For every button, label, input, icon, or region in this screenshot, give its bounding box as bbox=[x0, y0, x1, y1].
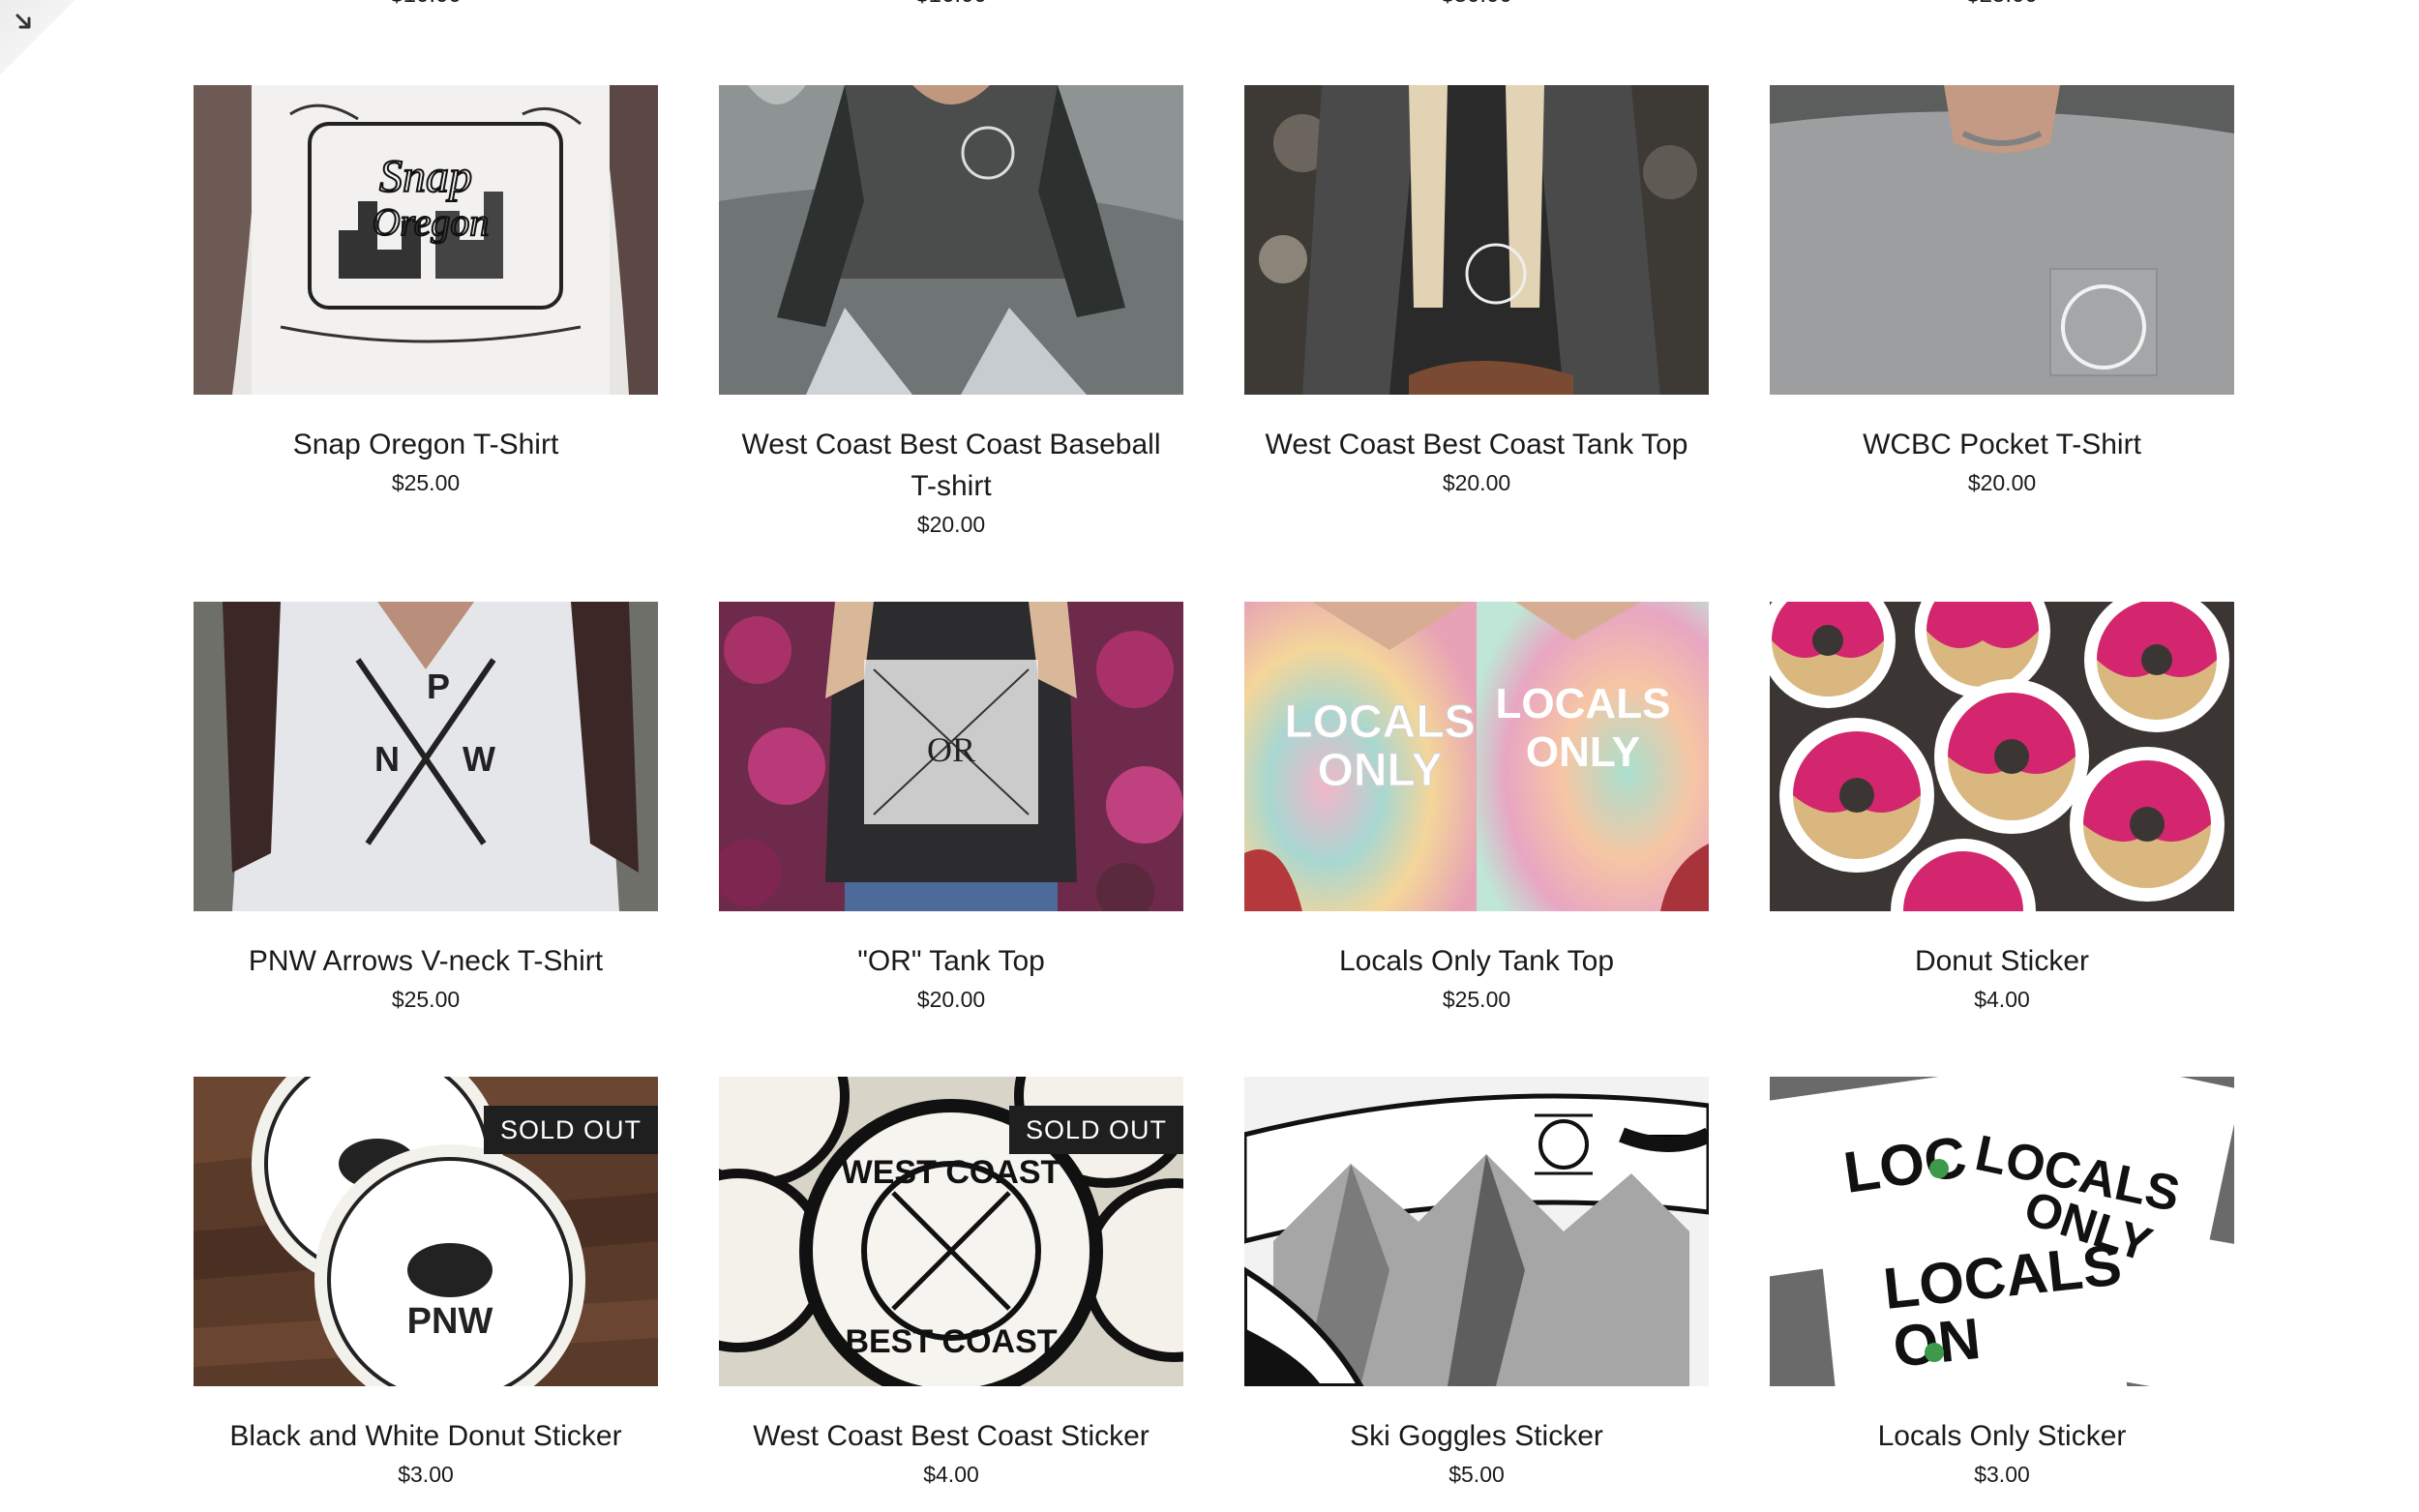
product-price: $25.00 bbox=[1442, 987, 1511, 1012]
product-price: $3.00 bbox=[398, 1462, 454, 1487]
product-price: $20.00 bbox=[916, 987, 986, 1012]
product-card-donut-sticker[interactable]: Donut Sticker $4.00 bbox=[1770, 602, 2234, 1015]
arrow-down-right-icon[interactable] bbox=[14, 12, 35, 33]
product-card-ski-goggles-sticker[interactable]: Ski Goggles Sticker $5.00 bbox=[1244, 1077, 1709, 1490]
product-card-pnw-arrows-vneck[interactable]: P N W PNW Arrows V-neck T-Shirt $25.00 bbox=[194, 602, 658, 1015]
product-card-wcbc-pocket-tshirt[interactable]: WCBC Pocket T-Shirt $20.00 bbox=[1770, 85, 2234, 498]
product-image[interactable] bbox=[1244, 1077, 1709, 1386]
svg-text:W: W bbox=[463, 739, 495, 779]
product-price: $4.00 bbox=[923, 1462, 979, 1487]
product-image[interactable] bbox=[719, 85, 1183, 395]
product-price: $4.00 bbox=[1974, 987, 2030, 1012]
product-title[interactable]: West Coast Best Coast Sticker bbox=[719, 1415, 1183, 1457]
product-price: $25.00 bbox=[391, 470, 461, 495]
product-title[interactable]: WCBC Pocket T-Shirt bbox=[1770, 424, 2234, 465]
product-title[interactable]: Locals Only Tank Top bbox=[1244, 940, 1709, 982]
svg-text:P: P bbox=[427, 667, 450, 706]
shop-product-grid-page: $10.00 $16.00 $30.00 $25.00 Snap Oregon … bbox=[0, 0, 2419, 1512]
product-image[interactable]: P N W bbox=[194, 602, 658, 911]
product-price: $16.00 bbox=[719, 0, 1183, 12]
product-title[interactable]: West Coast Best Coast Baseball T-shirt bbox=[719, 424, 1183, 507]
svg-text:BEST COAST: BEST COAST bbox=[845, 1323, 1057, 1360]
product-card-snap-oregon-tshirt[interactable]: Snap Oregon Snap Oregon T-Shirt $25.00 bbox=[194, 85, 658, 498]
product-title[interactable]: Snap Oregon T-Shirt bbox=[194, 424, 658, 465]
product-price: $30.00 bbox=[1244, 0, 1709, 12]
previous-row-prices: $10.00 $16.00 $30.00 $25.00 bbox=[0, 0, 2419, 17]
product-card-locals-only-sticker[interactable]: LOC LOCALS ONLY LOCALS ON Locals Only St… bbox=[1770, 1077, 2234, 1490]
product-price: $20.00 bbox=[916, 512, 986, 537]
product-card-or-tank-top[interactable]: OR "OR" Tank Top $20.00 bbox=[719, 602, 1183, 1015]
svg-text:ONLY: ONLY bbox=[1318, 745, 1443, 796]
product-title[interactable]: West Coast Best Coast Tank Top bbox=[1244, 424, 1709, 465]
product-card-bw-donut-sticker[interactable]: PNW SOLD OUT Black and White Donut Stick… bbox=[194, 1077, 658, 1490]
sold-out-badge: SOLD OUT bbox=[483, 1106, 658, 1154]
product-image[interactable] bbox=[1770, 85, 2234, 395]
product-price: $20.00 bbox=[1442, 470, 1511, 495]
product-price: $10.00 bbox=[194, 0, 658, 12]
product-image[interactable] bbox=[1770, 602, 2234, 911]
product-card-locals-only-tank-top[interactable]: LOCALS ONLY LOCALS ONLY Locals Only Tank… bbox=[1244, 602, 1709, 1015]
svg-text:ON: ON bbox=[1890, 1306, 1984, 1379]
svg-text:LOCALS: LOCALS bbox=[1496, 680, 1671, 727]
product-card-wcbc-tank-top[interactable]: West Coast Best Coast Tank Top $20.00 bbox=[1244, 85, 1709, 498]
product-image[interactable]: LOC LOCALS ONLY LOCALS ON bbox=[1770, 1077, 2234, 1386]
svg-text:Snap: Snap bbox=[379, 151, 472, 202]
product-card-wcbc-sticker[interactable]: WEST COAST BEST COAST SOLD OUT West Coas… bbox=[719, 1077, 1183, 1490]
product-image[interactable] bbox=[1244, 85, 1709, 395]
product-title[interactable]: "OR" Tank Top bbox=[719, 940, 1183, 982]
product-price: $25.00 bbox=[1770, 0, 2234, 12]
svg-text:N: N bbox=[374, 739, 400, 779]
product-price: $5.00 bbox=[1448, 1462, 1505, 1487]
product-image[interactable]: PNW SOLD OUT bbox=[194, 1077, 658, 1386]
svg-text:LOCALS: LOCALS bbox=[1284, 697, 1475, 748]
page-corner[interactable] bbox=[0, 0, 75, 75]
svg-text:PNW: PNW bbox=[407, 1301, 493, 1342]
svg-text:Oregon: Oregon bbox=[373, 200, 490, 244]
product-image[interactable]: OR bbox=[719, 602, 1183, 911]
svg-text:WEST COAST: WEST COAST bbox=[842, 1154, 1061, 1191]
product-image[interactable]: LOCALS ONLY LOCALS ONLY bbox=[1244, 602, 1709, 911]
svg-text:ONLY: ONLY bbox=[1526, 728, 1640, 776]
product-price: $25.00 bbox=[391, 987, 461, 1012]
product-title[interactable]: Black and White Donut Sticker bbox=[194, 1415, 658, 1457]
product-price: $3.00 bbox=[1974, 1462, 2030, 1487]
product-title[interactable]: Ski Goggles Sticker bbox=[1244, 1415, 1709, 1457]
product-title[interactable]: Locals Only Sticker bbox=[1770, 1415, 2234, 1457]
product-price: $20.00 bbox=[1967, 470, 2037, 495]
svg-text:OR: OR bbox=[927, 730, 975, 769]
sold-out-badge: SOLD OUT bbox=[1008, 1106, 1183, 1154]
product-title[interactable]: PNW Arrows V-neck T-Shirt bbox=[194, 940, 658, 982]
product-card-wcbc-baseball-tshirt[interactable]: West Coast Best Coast Baseball T-shirt $… bbox=[719, 85, 1183, 540]
product-image[interactable]: Snap Oregon bbox=[194, 85, 658, 395]
product-title[interactable]: Donut Sticker bbox=[1770, 940, 2234, 982]
product-image[interactable]: WEST COAST BEST COAST SOLD OUT bbox=[719, 1077, 1183, 1386]
